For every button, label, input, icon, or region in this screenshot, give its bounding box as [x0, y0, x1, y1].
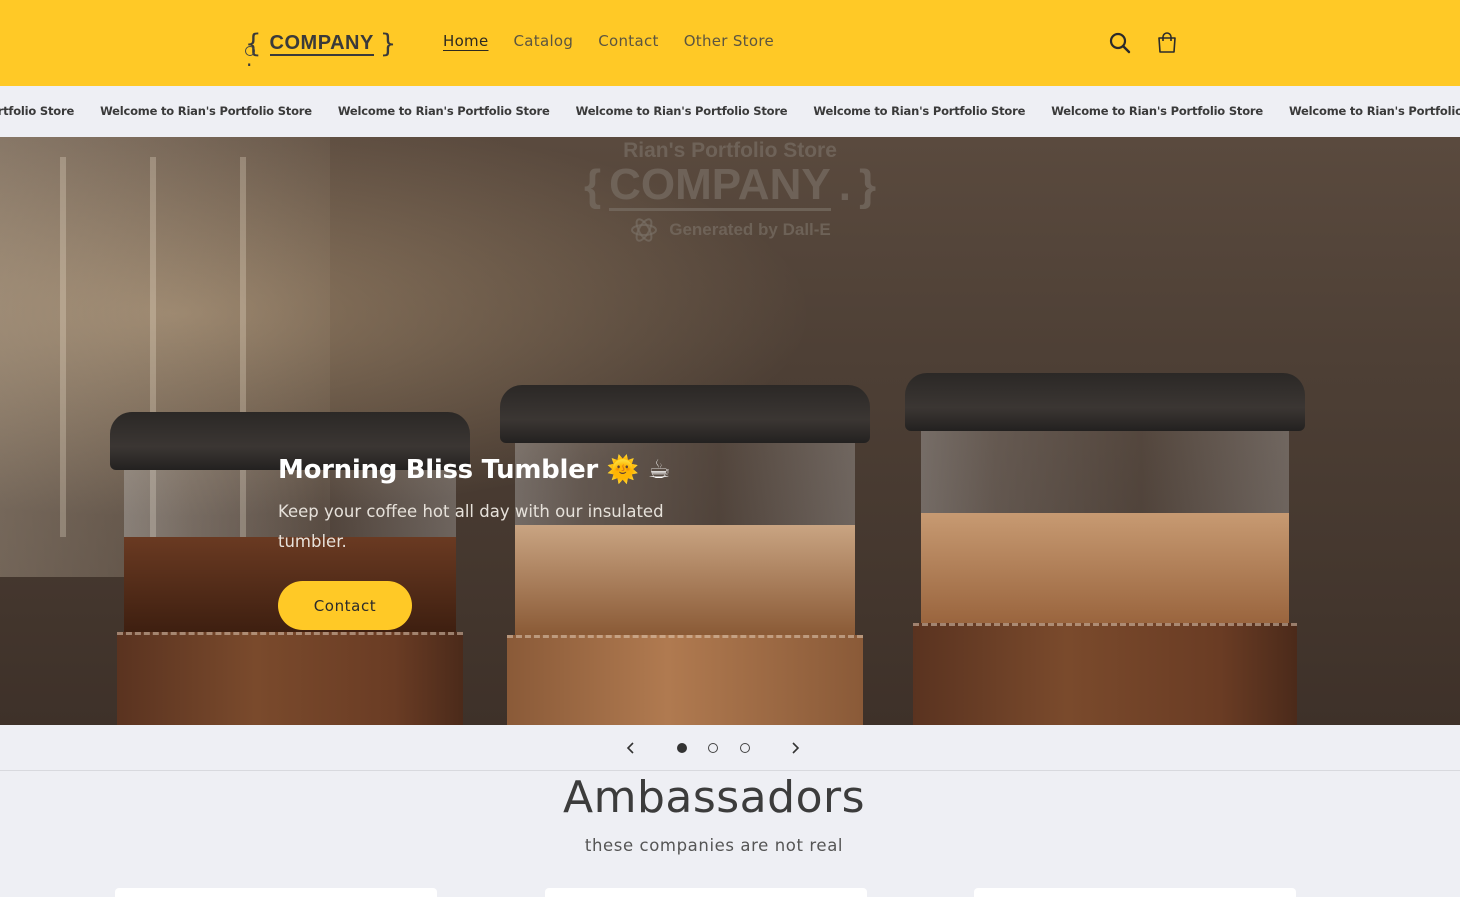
hero-contact-button[interactable]: Contact	[278, 581, 412, 630]
watermark-dot: .	[838, 161, 851, 210]
announcement-item: Rian's Portfolio Store	[0, 104, 75, 118]
nav-contact[interactable]: Contact	[598, 32, 658, 50]
nav-home[interactable]: Home	[443, 32, 489, 50]
announcement-item: Welcome to Rian's Portfolio Store	[100, 104, 312, 118]
logo-dot: .	[245, 46, 255, 71]
watermark-generated-text: Generated by Dall-E	[669, 220, 831, 239]
openai-logo-icon	[631, 218, 658, 242]
site-logo[interactable]: { COMPANY . }	[245, 28, 397, 71]
nav-catalog[interactable]: Catalog	[514, 32, 574, 50]
announcement-item: Welcome to Rian's Portfolio Store	[1051, 104, 1263, 118]
announcement-bar: Rian's Portfolio Store Welcome to Rian's…	[0, 86, 1460, 137]
tumbler-lid	[905, 373, 1305, 431]
cart-button[interactable]	[1154, 30, 1180, 56]
hero-subtitle: Keep your coffee hot all day with our in…	[278, 502, 664, 551]
slide-dot-2[interactable]	[708, 743, 718, 753]
announcement-item: Welcome to Rian's Portfolio	[1288, 104, 1460, 118]
watermark-word: COMPANY	[609, 159, 831, 211]
hero-text-block: Morning Bliss Tumbler 🌞 ☕ Keep your coff…	[278, 455, 738, 630]
announcement-item: Welcome to Rian's Portfolio Store	[575, 104, 788, 118]
chevron-right-icon	[792, 742, 800, 754]
logo-close-brace: }	[379, 29, 397, 59]
chevron-left-icon	[626, 742, 634, 754]
nav-other-store[interactable]: Other Store	[684, 32, 774, 50]
tumbler-sleeve	[913, 623, 1297, 725]
hero-window-frame	[60, 157, 66, 537]
slide-next-button[interactable]	[787, 740, 803, 756]
announcement-item: Welcome to Rian's Portfolio Store	[337, 104, 550, 118]
ambassadors-title: Ambassadors	[562, 772, 866, 823]
search-button[interactable]	[1107, 30, 1133, 56]
hero-title: Morning Bliss Tumbler 🌞 ☕	[278, 455, 671, 485]
cart-icon	[1158, 32, 1176, 53]
watermark-generated: Generated by Dall-E	[550, 215, 910, 245]
search-icon	[1109, 32, 1131, 54]
tumbler-sleeve	[117, 632, 463, 725]
watermark-close-brace: }	[858, 161, 877, 210]
slide-dot-3[interactable]	[740, 743, 750, 753]
hero-watermark-logo: Rian's Portfolio Store { COMPANY . } Gen…	[550, 139, 910, 259]
ambassadors-subtitle: these companies are not real	[584, 836, 844, 855]
slider-controls	[0, 725, 1460, 771]
watermark-open-brace: {	[583, 161, 602, 210]
tumbler-coffee	[921, 513, 1289, 623]
announcement-item: Welcome to Rian's Portfolio Store	[813, 104, 1026, 118]
ambassador-card[interactable]	[974, 888, 1296, 897]
site-header: { COMPANY . } Home Catalog Contact Other…	[0, 0, 1460, 86]
slide-dot-1[interactable]	[677, 743, 687, 753]
announcement-track: Rian's Portfolio Store Welcome to Rian's…	[0, 104, 1460, 118]
hero-slideshow: Rian's Portfolio Store { COMPANY . } Gen…	[0, 137, 1460, 725]
watermark-company: { COMPANY . }	[550, 161, 910, 211]
tumbler-sleeve	[507, 635, 863, 725]
main-nav: Home Catalog Contact Other Store	[443, 32, 774, 50]
slide-prev-button[interactable]	[623, 740, 639, 756]
ambassador-card[interactable]	[545, 888, 867, 897]
ambassador-card[interactable]	[115, 888, 437, 897]
hero-tumbler-right	[905, 373, 1305, 725]
tumbler-lid	[500, 385, 870, 443]
logo-word: COMPANY	[269, 32, 374, 56]
